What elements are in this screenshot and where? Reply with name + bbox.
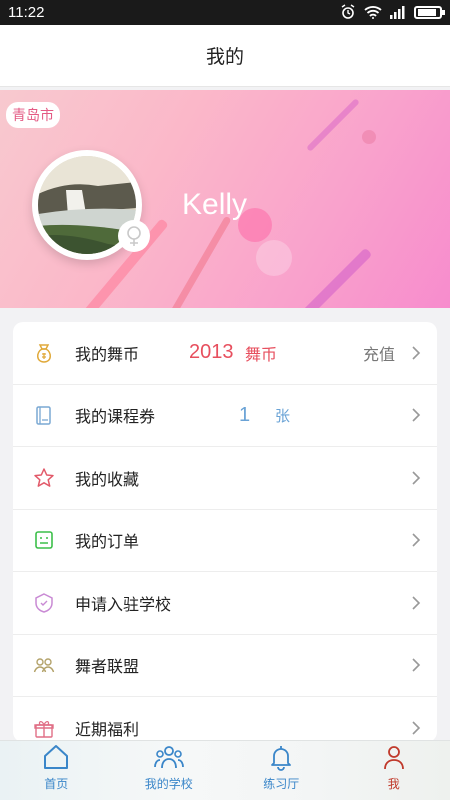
- status-icons: [340, 4, 445, 20]
- alarm-icon: [341, 4, 355, 19]
- menu-item-label: 我的课程券: [75, 407, 156, 427]
- page-title: 我的: [205, 46, 244, 68]
- female-icon: [118, 220, 150, 252]
- decoration-dot: [256, 240, 292, 276]
- tab-label: 我: [387, 777, 400, 791]
- menu-item-apply-school[interactable]: 申请入驻学校: [13, 572, 437, 635]
- city-badge[interactable]: 青岛市: [6, 102, 60, 128]
- chevron-right-icon: [412, 471, 421, 485]
- voucher-icon: [36, 406, 51, 425]
- menu-item-label: 舞者联盟: [75, 657, 140, 677]
- menu-item-orders[interactable]: 我的订单: [13, 510, 437, 572]
- menu-item-voucher[interactable]: 我的课程券 1 张: [13, 385, 437, 447]
- voucher-unit: 张: [275, 406, 291, 425]
- coins-unit: 舞币: [245, 344, 278, 364]
- tab-practice-hall[interactable]: 练习厅: [225, 741, 338, 800]
- tab-label: 我的学校: [144, 777, 193, 791]
- decoration-dot: [362, 130, 376, 144]
- menu-item-benefits[interactable]: 近期福利: [13, 697, 437, 742]
- tab-label: 练习厅: [263, 777, 300, 791]
- voucher-value: 1: [239, 403, 251, 426]
- star-icon: [34, 468, 54, 487]
- decoration-line: [306, 98, 360, 152]
- profile-banner: 青岛市 Kelly: [0, 90, 450, 308]
- top-navbar: 我的: [0, 25, 450, 87]
- chevron-right-icon: [412, 596, 421, 610]
- shield-icon: [35, 592, 53, 613]
- decoration-line: [287, 247, 373, 308]
- menu-list: 我的舞币 2013 舞币 充值 我的课程券 1 张 我的收藏 我的订单 申请入驻…: [13, 322, 437, 742]
- username: Kelly: [182, 188, 248, 221]
- chevron-right-icon: [412, 408, 421, 422]
- wifi-icon: [364, 6, 382, 19]
- chevron-right-icon: [412, 721, 421, 735]
- bottom-tab-bar: 首页 我的学校 练习厅 我: [0, 740, 450, 800]
- menu-item-label: 我的订单: [75, 532, 140, 552]
- recharge-link[interactable]: 充值: [363, 341, 395, 365]
- money-bag-icon: [37, 344, 51, 363]
- menu-item-label: 近期福利: [75, 720, 140, 740]
- tab-label: 首页: [44, 777, 69, 791]
- menu-item-coins[interactable]: 我的舞币 2013 舞币 充值: [13, 322, 437, 385]
- status-bar: 11:22: [0, 0, 450, 25]
- tab-me[interactable]: 我: [338, 741, 450, 800]
- menu-item-label: 我的舞币: [75, 344, 140, 364]
- chevron-right-icon: [412, 658, 421, 672]
- chevron-right-icon: [412, 533, 421, 547]
- tab-my-school[interactable]: 我的学校: [113, 741, 226, 800]
- home-icon: [44, 745, 69, 769]
- order-icon: [35, 531, 53, 550]
- menu-item-label: 申请入驻学校: [75, 594, 172, 614]
- gift-icon: [34, 721, 54, 738]
- tab-home[interactable]: 首页: [0, 741, 113, 800]
- group-icon: [153, 746, 184, 769]
- coins-value: 2013: [189, 341, 234, 364]
- user-icon: [383, 746, 404, 770]
- menu-item-favorites[interactable]: 我的收藏: [13, 447, 437, 510]
- chevron-right-icon: [412, 346, 421, 360]
- menu-item-alliance[interactable]: 舞者联盟: [13, 635, 437, 697]
- people-icon: [33, 658, 55, 673]
- signal-icon: [390, 5, 405, 19]
- status-time: 11:22: [8, 4, 45, 21]
- bell-icon: [271, 746, 292, 771]
- battery-icon: [414, 5, 445, 19]
- menu-item-label: 我的收藏: [75, 469, 140, 489]
